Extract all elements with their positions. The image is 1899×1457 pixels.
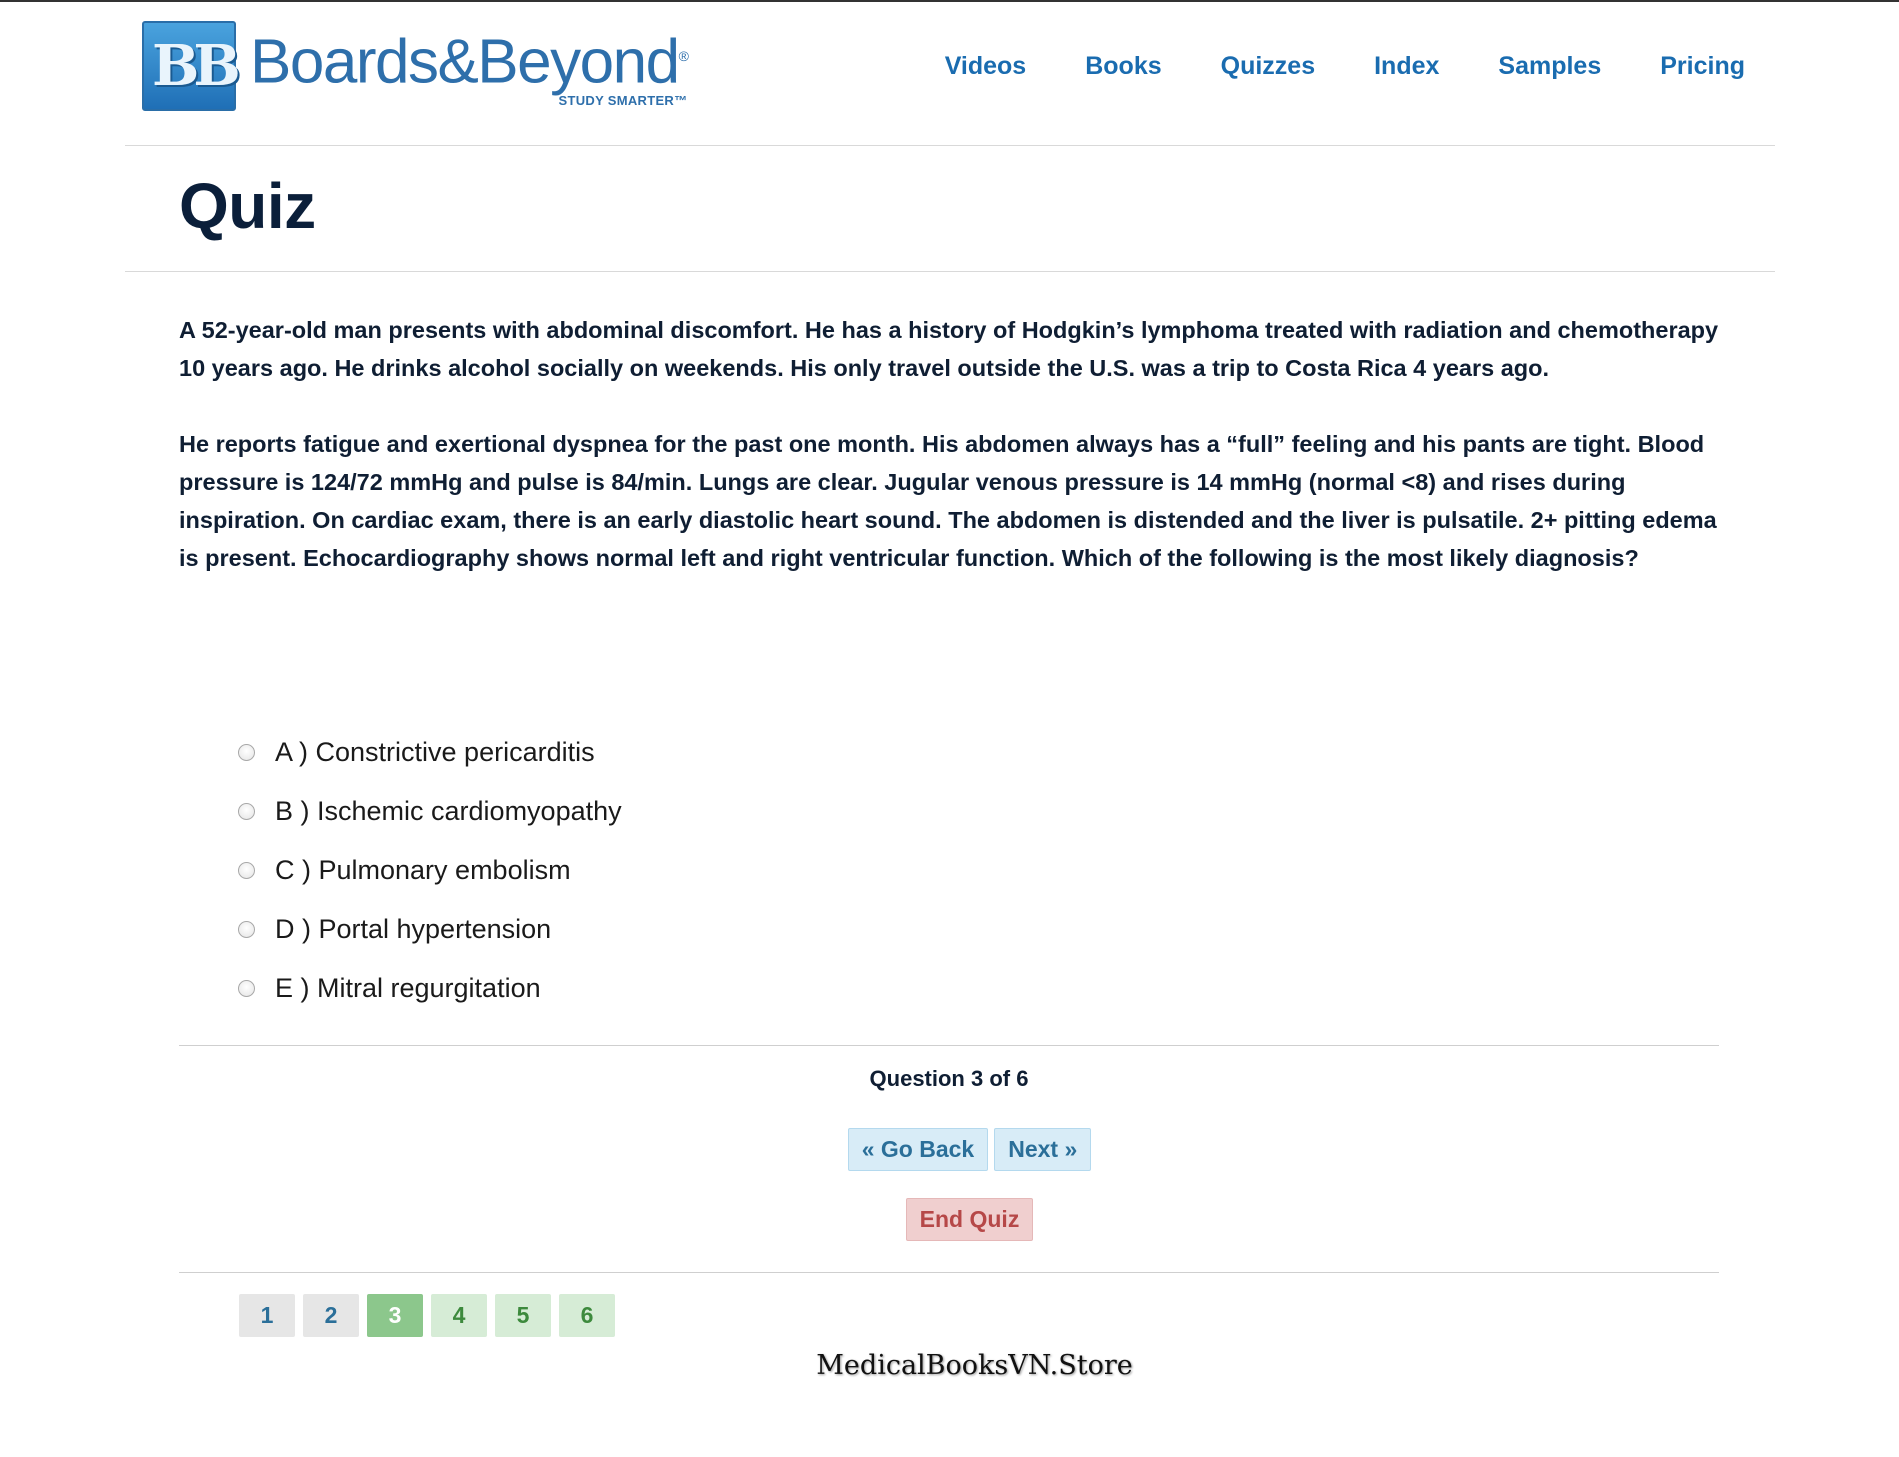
end-quiz-button[interactable]: End Quiz xyxy=(905,1198,1034,1241)
nav-link-samples[interactable]: Samples xyxy=(1498,52,1601,81)
page-button-1[interactable]: 1 xyxy=(239,1294,295,1337)
page-button-4[interactable]: 4 xyxy=(431,1294,487,1337)
site-logo[interactable]: BB Boards&Beyond® STUDY SMARTER™ xyxy=(142,21,689,111)
go-back-button[interactable]: « Go Back xyxy=(847,1128,989,1171)
end-quiz-row: End Quiz xyxy=(0,1198,1899,1241)
question-pager: 1 2 3 4 5 6 xyxy=(239,1294,623,1337)
answer-options: A ) Constrictive pericarditis B ) Ischem… xyxy=(238,723,622,1018)
logo-wordmark: Boards&Beyond® STUDY SMARTER™ xyxy=(250,21,689,108)
answer-option-c[interactable]: C ) Pulmonary embolism xyxy=(238,841,622,900)
question-progress: Question 3 of 6 xyxy=(869,1066,1029,1091)
answer-option-label: C ) Pulmonary embolism xyxy=(275,855,571,885)
nav-link-pricing[interactable]: Pricing xyxy=(1660,52,1745,81)
answer-option-d[interactable]: D ) Portal hypertension xyxy=(238,900,622,959)
radio-button-a[interactable] xyxy=(238,744,255,761)
next-button[interactable]: Next » xyxy=(994,1128,1092,1171)
question-paragraph-2: He reports fatigue and exertional dyspne… xyxy=(179,431,1717,571)
radio-button-b[interactable] xyxy=(238,803,255,820)
logo-mark-icon: BB xyxy=(142,21,241,111)
answer-option-label: D ) Portal hypertension xyxy=(275,914,552,944)
logo-tagline: STUDY SMARTER™ xyxy=(558,93,688,108)
nav-link-quizzes[interactable]: Quizzes xyxy=(1221,52,1315,81)
logo-mark-letters: BB xyxy=(152,33,241,99)
nav-link-books[interactable]: Books xyxy=(1085,52,1161,81)
watermark-text: MedicalBooksVN.Store xyxy=(816,1350,1133,1381)
logo-brand-text: Boards&Beyond xyxy=(250,27,680,97)
radio-button-e[interactable] xyxy=(238,980,255,997)
question-paragraph-1: A 52-year-old man presents with abdomina… xyxy=(179,317,1719,381)
divider-top xyxy=(179,1045,1719,1046)
radio-button-d[interactable] xyxy=(238,921,255,938)
site-header: BB Boards&Beyond® STUDY SMARTER™ Videos … xyxy=(125,2,1775,146)
navigation-buttons: « Go Back Next » xyxy=(0,1128,1899,1171)
answer-option-e[interactable]: E ) Mitral regurgitation xyxy=(238,959,622,1018)
question-stem: A 52-year-old man presents with abdomina… xyxy=(179,311,1724,615)
divider-bottom xyxy=(179,1272,1719,1273)
logo-registered-mark: ® xyxy=(678,48,689,64)
page-button-3-current[interactable]: 3 xyxy=(367,1294,423,1337)
main-nav: Videos Books Quizzes Index Samples Prici… xyxy=(886,52,1745,81)
page-button-5[interactable]: 5 xyxy=(495,1294,551,1337)
answer-option-label: A ) Constrictive pericarditis xyxy=(275,737,595,767)
nav-link-index[interactable]: Index xyxy=(1374,52,1439,81)
page-title: Quiz xyxy=(179,170,316,242)
logo-brand-name: Boards&Beyond® xyxy=(250,21,689,98)
answer-option-label: E ) Mitral regurgitation xyxy=(275,973,541,1003)
answer-option-label: B ) Ischemic cardiomyopathy xyxy=(275,796,622,826)
answer-option-b[interactable]: B ) Ischemic cardiomyopathy xyxy=(238,782,622,841)
nav-link-videos[interactable]: Videos xyxy=(945,52,1027,81)
radio-button-c[interactable] xyxy=(238,862,255,879)
page-button-6[interactable]: 6 xyxy=(559,1294,615,1337)
page-title-bar: Quiz xyxy=(125,145,1775,272)
page-button-2[interactable]: 2 xyxy=(303,1294,359,1337)
answer-option-a[interactable]: A ) Constrictive pericarditis xyxy=(238,723,622,782)
